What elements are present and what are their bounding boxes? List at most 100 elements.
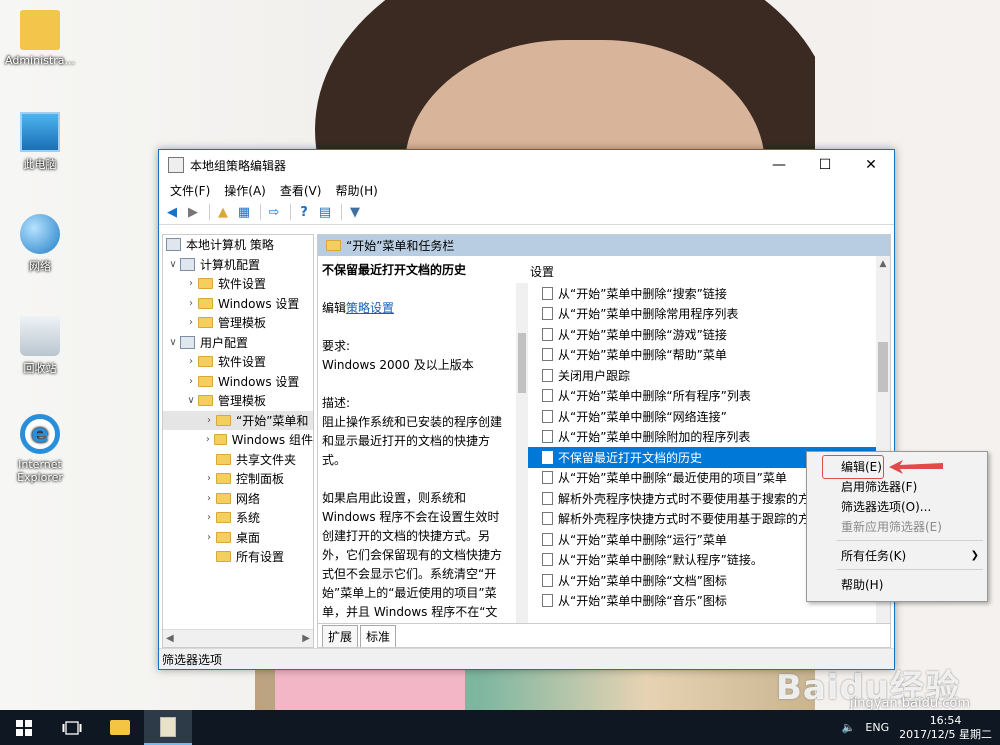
expand-arrow-icon[interactable]: › bbox=[202, 532, 216, 543]
tree-item[interactable]: › 软件设置 bbox=[163, 352, 313, 372]
tree-item-label: 软件设置 bbox=[218, 355, 267, 370]
setting-row[interactable]: 从“开始”菜单中删除“所有程序”列表 bbox=[528, 386, 876, 407]
tree-item[interactable]: › “开始”菜单和 bbox=[163, 410, 313, 430]
taskbar-file-explorer[interactable] bbox=[96, 710, 144, 745]
desktop-icon-recycle-bin[interactable]: 回收站 bbox=[0, 316, 80, 376]
export-list-icon[interactable]: ⇨ bbox=[265, 203, 283, 221]
settings-left-scrollbar[interactable] bbox=[516, 283, 528, 623]
tree-item-label: 软件设置 bbox=[218, 277, 267, 292]
back-arrow-icon[interactable]: ◀ bbox=[163, 203, 181, 221]
policy-setting-icon bbox=[542, 430, 553, 444]
expand-arrow-icon[interactable]: › bbox=[184, 298, 198, 309]
expand-arrow-icon[interactable]: › bbox=[184, 278, 198, 289]
setting-row[interactable]: 关闭用户跟踪 bbox=[528, 365, 876, 386]
help-icon[interactable]: ? bbox=[295, 203, 313, 221]
show-hide-tree-icon[interactable]: ▦ bbox=[235, 203, 253, 221]
title-bar[interactable]: 本地组策略编辑器 — ☐ ✕ bbox=[159, 150, 894, 180]
tree-item[interactable]: › 系统 bbox=[163, 508, 313, 528]
ctx-filter-options[interactable]: 筛选器选项(O)... bbox=[807, 496, 987, 516]
tree-item[interactable]: 共享文件夹 bbox=[163, 450, 313, 470]
setting-label: 解析外壳程序快捷方式时不要使用基于搜索的方法 bbox=[558, 491, 823, 506]
user-icon bbox=[180, 335, 195, 349]
setting-row[interactable]: 从“开始”菜单中删除常用程序列表 bbox=[528, 304, 876, 325]
input-language[interactable]: ENG bbox=[865, 721, 889, 734]
tree-item[interactable]: ∨ 用户配置 bbox=[163, 333, 313, 353]
tree-item[interactable]: › Windows 组件 bbox=[163, 430, 313, 450]
filter-icon[interactable]: ▼ bbox=[346, 203, 364, 221]
desktop-icon-network[interactable]: 网络 bbox=[0, 214, 80, 274]
expand-arrow-icon[interactable]: › bbox=[184, 356, 198, 367]
scroll-right-icon[interactable]: ▶ bbox=[302, 633, 310, 644]
setting-row[interactable]: 从“开始”菜单中删除“网络连接” bbox=[528, 406, 876, 427]
collapse-arrow-icon[interactable]: ∨ bbox=[166, 337, 180, 348]
close-button[interactable]: ✕ bbox=[848, 150, 894, 180]
tree-item[interactable]: › 网络 bbox=[163, 489, 313, 509]
expand-arrow-icon[interactable]: › bbox=[184, 376, 198, 387]
folder-icon bbox=[198, 375, 213, 387]
ctx-all-tasks[interactable]: 所有任务(K) ❯ bbox=[807, 545, 987, 565]
minimize-button[interactable]: — bbox=[756, 150, 802, 180]
tree-item[interactable]: › 控制面板 bbox=[163, 469, 313, 489]
tree-item[interactable]: › Windows 设置 bbox=[163, 294, 313, 314]
window-title: 本地组策略编辑器 bbox=[190, 158, 287, 173]
expand-arrow-icon[interactable]: › bbox=[202, 512, 216, 523]
settings-column-header[interactable]: 设置 bbox=[516, 261, 890, 281]
collapse-arrow-icon[interactable]: ∨ bbox=[184, 395, 198, 406]
clock[interactable]: 16:54 2017/12/5 星期二 bbox=[899, 714, 992, 742]
forward-arrow-icon[interactable]: ▶ bbox=[184, 203, 202, 221]
edit-policy-link[interactable]: 策略设置 bbox=[346, 301, 394, 315]
up-folder-icon[interactable]: ▲ bbox=[214, 203, 232, 221]
desktop-icon-admin[interactable]: Administra... bbox=[0, 10, 80, 67]
tree-horizontal-scrollbar[interactable]: ◀ ▶ bbox=[163, 629, 313, 647]
desktop-icon-this-pc[interactable]: 此电脑 bbox=[0, 112, 80, 172]
description-label: 描述: bbox=[322, 396, 351, 410]
expand-arrow-icon[interactable]: › bbox=[184, 317, 198, 328]
tree-item[interactable]: 所有设置 bbox=[163, 547, 313, 567]
menu-file[interactable]: 文件(F) bbox=[163, 182, 217, 199]
setting-row[interactable]: 从“开始”菜单中删除“搜索”链接 bbox=[528, 283, 876, 304]
setting-label: 从“开始”菜单中删除“网络连接” bbox=[558, 409, 727, 424]
expand-arrow-icon[interactable]: › bbox=[202, 434, 214, 445]
file-explorer-icon bbox=[110, 720, 130, 735]
taskbar-gpedit[interactable] bbox=[144, 710, 192, 745]
setting-row[interactable]: 从“开始”菜单中删除“帮助”菜单 bbox=[528, 345, 876, 366]
setting-label: 解析外壳程序快捷方式时不要使用基于跟踪的方法 bbox=[558, 512, 823, 527]
folder-icon bbox=[198, 356, 213, 368]
collapse-arrow-icon[interactable]: ∨ bbox=[166, 259, 180, 270]
policy-description: 不保留最近打开文档的历史 编辑策略设置 要求: Windows 2000 及以上… bbox=[322, 261, 506, 623]
ctx-help[interactable]: 帮助(H) bbox=[807, 574, 987, 594]
expand-arrow-icon[interactable]: › bbox=[202, 493, 216, 504]
extended-view-icon[interactable]: ▤ bbox=[316, 203, 334, 221]
expand-arrow-icon[interactable]: › bbox=[202, 473, 216, 484]
scroll-up-icon[interactable]: ▲ bbox=[876, 259, 890, 269]
tree-item[interactable]: › 软件设置 bbox=[163, 274, 313, 294]
folder-icon bbox=[216, 414, 231, 426]
maximize-button[interactable]: ☐ bbox=[802, 150, 848, 180]
tree-item[interactable]: › 管理模板 bbox=[163, 313, 313, 333]
folder-icon bbox=[216, 473, 231, 485]
task-view-button[interactable] bbox=[48, 710, 96, 745]
tab-extended[interactable]: 扩展 bbox=[322, 625, 359, 647]
taskbar: 🔈 ENG 16:54 2017/12/5 星期二 bbox=[0, 710, 1000, 745]
ctx-enable-filter[interactable]: 启用筛选器(F) bbox=[807, 476, 987, 496]
policy-setting-icon bbox=[542, 491, 553, 505]
setting-row[interactable]: 从“开始”菜单中删除“游戏”链接 bbox=[528, 324, 876, 345]
tree-item[interactable]: › Windows 设置 bbox=[163, 372, 313, 392]
tree-item[interactable]: ∨ 计算机配置 bbox=[163, 255, 313, 275]
menu-action[interactable]: 操作(A) bbox=[217, 182, 273, 199]
menu-help[interactable]: 帮助(H) bbox=[328, 182, 384, 199]
tree-root[interactable]: 本地计算机 策略 bbox=[163, 235, 313, 255]
desktop-icon-ie[interactable]: e Internet Explorer bbox=[0, 414, 80, 484]
start-button[interactable] bbox=[0, 710, 48, 745]
speaker-icon[interactable]: 🔈 bbox=[842, 721, 856, 734]
setting-row[interactable]: 从“开始”菜单中删除附加的程序列表 bbox=[528, 427, 876, 448]
menu-view[interactable]: 查看(V) bbox=[273, 182, 329, 199]
setting-label: 从“开始”菜单中删除“游戏”链接 bbox=[558, 327, 727, 342]
tree-item[interactable]: ∨ 管理模板 bbox=[163, 391, 313, 411]
scroll-left-icon[interactable]: ◀ bbox=[166, 633, 174, 644]
status-bar: 筛选器选项 bbox=[159, 648, 894, 669]
tree-item[interactable]: › 桌面 bbox=[163, 528, 313, 548]
tab-standard[interactable]: 标准 bbox=[360, 625, 397, 647]
scrollbar-thumb[interactable] bbox=[878, 342, 888, 392]
expand-arrow-icon[interactable]: › bbox=[202, 415, 216, 426]
